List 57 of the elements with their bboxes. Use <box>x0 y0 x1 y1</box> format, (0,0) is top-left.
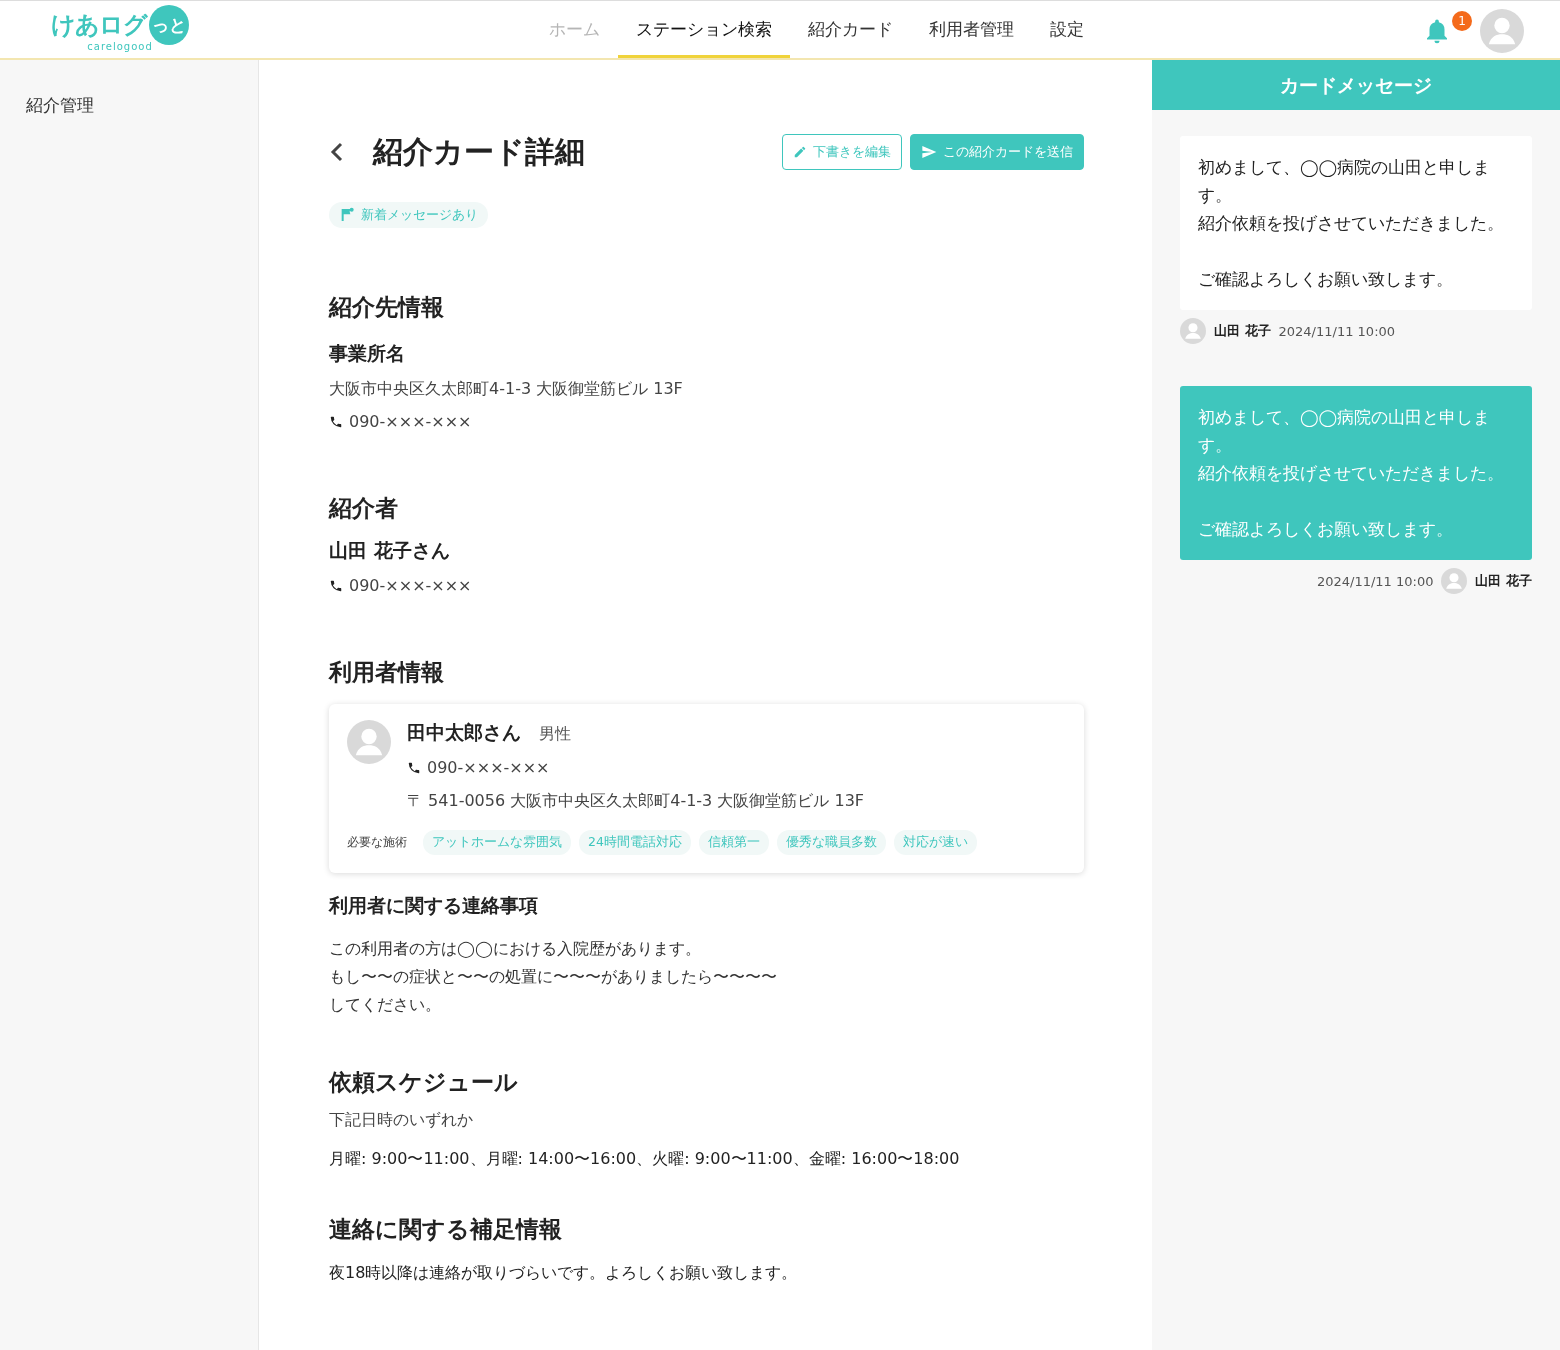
section-heading: 連絡に関する補足情報 <box>329 1215 563 1244</box>
page-title: 紹介カード詳細 <box>373 132 586 171</box>
phone-number: 090-×××-××× <box>349 412 472 431</box>
phone-icon <box>329 414 343 429</box>
tags-label: 必要な施術 <box>347 834 407 851</box>
message-line: 紹介依頼を投げさせていただきました。 <box>1198 463 1505 485</box>
tag: アットホームな雰囲気 <box>423 830 571 855</box>
phone-number: 090-×××-××× <box>427 758 550 777</box>
tag: 優秀な職員多数 <box>776 830 886 855</box>
phone-icon <box>407 760 421 775</box>
schedule-text: 月曜: 9:00〜11:00、月曜: 14:00〜16:00、火曜: 9:00〜11:00、金曜: 16:00〜18:00 <box>329 1149 961 1170</box>
field-label: 事業所名 <box>329 341 406 366</box>
phone-number: 090-×××-××× <box>349 576 472 595</box>
section-heading: 依頼スケジュール <box>329 1068 519 1097</box>
address-text: 〒 541-0056 大阪市中央区久太郎町4-1-3 大阪御堂筋ビル 13F <box>407 791 866 812</box>
notes-line: してください。 <box>329 994 442 1016</box>
notes-line: もし〜〜の症状と〜〜の処置に〜〜〜がありましたら〜〜〜〜 <box>329 966 778 988</box>
nav-tab[interactable]: 利用者管理 <box>910 1 1032 58</box>
section-heading: 利用者情報 <box>329 658 445 687</box>
tag: 24時間電話対応 <box>579 830 691 855</box>
back-icon[interactable] <box>329 141 345 163</box>
phone-icon <box>329 578 343 593</box>
referrer-name: 山田 花子さん <box>329 538 451 563</box>
schedule-hint: 下記日時のいずれか <box>329 1110 474 1131</box>
nav-tab[interactable]: 紹介カード <box>789 1 911 58</box>
avatar-icon <box>347 720 391 764</box>
author-name: 山田 花子 <box>1214 322 1271 340</box>
logo-text: けあログ <box>51 10 147 41</box>
avatar-icon[interactable] <box>1480 9 1524 53</box>
nav-tab[interactable]: 設定 <box>1031 1 1102 58</box>
message-line: ご確認よろしくお願い致します。 <box>1198 269 1454 291</box>
panel-title: カードメッセージ <box>1152 60 1560 110</box>
avatar-icon <box>1441 568 1468 594</box>
send-icon <box>921 144 937 160</box>
subsection-heading: 利用者に関する連絡事項 <box>329 893 539 918</box>
status-badge: 新着メッセージあり <box>329 202 488 228</box>
author-name: 山田 花子 <box>1475 572 1532 590</box>
section-heading: 紹介者 <box>329 494 399 523</box>
notes-line: この利用者の方は◯◯における入院歴があります。 <box>329 938 702 960</box>
contact-text: 夜18時以降は連絡が取りづらいです。よろしくお願い致します。 <box>329 1263 799 1284</box>
pencil-icon <box>793 145 807 159</box>
sidebar-item[interactable]: 紹介管理 <box>0 92 258 118</box>
address-text: 大阪市中央区久太郎町4-1-3 大阪御堂筋ビル 13F <box>329 379 684 400</box>
flag-icon <box>339 207 355 223</box>
message-line: 初めまして、◯◯病院の山田と申します。 <box>1198 157 1491 207</box>
message-line: 初めまして、◯◯病院の山田と申します。 <box>1198 407 1491 457</box>
tag: 対応が速い <box>893 830 977 855</box>
message-time: 2024/11/11 10:00 <box>1316 573 1434 589</box>
avatar-icon <box>1180 318 1206 344</box>
message-line: ご確認よろしくお願い致します。 <box>1198 519 1454 541</box>
notification-badge: 1 <box>1452 11 1472 31</box>
section-heading: 紹介先情報 <box>329 293 445 322</box>
message-time: 2024/11/11 10:00 <box>1278 323 1396 339</box>
tag: 信頼第一 <box>698 830 769 855</box>
gender-text: 男性 <box>539 724 571 745</box>
user-name: 田中太郎さん <box>407 720 521 745</box>
message-line: 紹介依頼を投げさせていただきました。 <box>1198 213 1505 235</box>
